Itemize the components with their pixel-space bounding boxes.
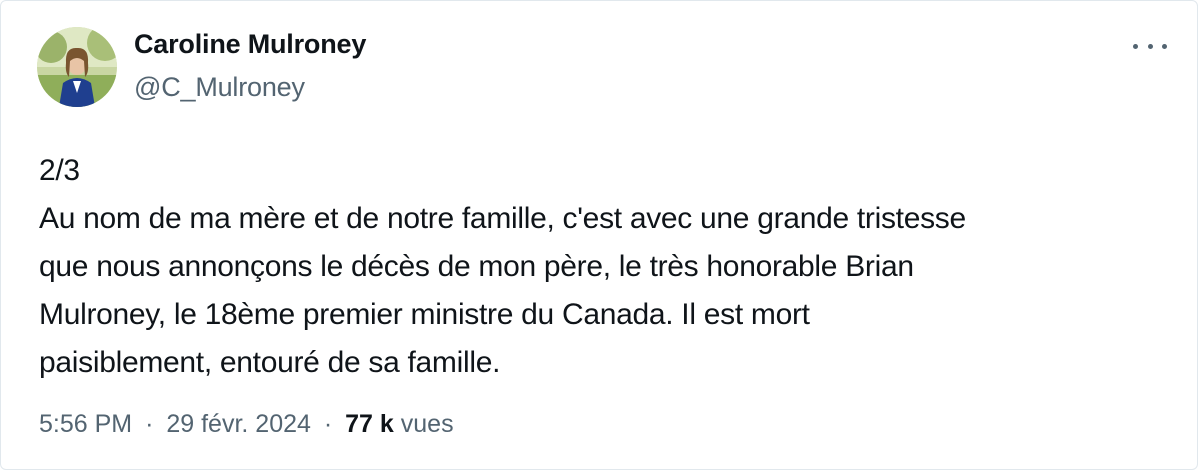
author-display-name[interactable]: Caroline Mulroney	[134, 29, 366, 60]
avatar[interactable]	[37, 27, 117, 107]
views-count[interactable]: 77 k	[345, 410, 394, 438]
tweet-line: que nous annonçons le décès de mon père,…	[39, 250, 914, 283]
tweet-time[interactable]: 5:56 PM	[39, 410, 132, 438]
more-dot	[1133, 43, 1138, 49]
author-handle[interactable]: @C_Mulroney	[134, 72, 305, 103]
views-label: vues	[400, 410, 454, 438]
more-dot	[1147, 43, 1153, 49]
tweet-date[interactable]: 29 févr. 2024	[166, 410, 311, 438]
meta-separator: ·	[145, 410, 154, 438]
meta-separator: ·	[323, 410, 333, 438]
tweet-line: Mulroney, le 18ème premier ministre du C…	[39, 298, 810, 331]
tweet-line: Au nom de ma mère et de notre famille, c…	[39, 202, 966, 235]
tweet-line: 2/3	[39, 154, 80, 187]
profile-photo	[37, 27, 117, 107]
tweet-line: paisiblement, entouré de sa famille.	[39, 346, 501, 379]
more-options-icon[interactable]	[1133, 33, 1167, 59]
tweet-meta: 5:56 PM · 29 févr. 2024 · 77 k vues	[39, 410, 454, 439]
tweet-text: 2/3 Au nom de ma mère et de notre famill…	[39, 147, 1159, 387]
more-dot	[1162, 43, 1167, 49]
tweet-card: Caroline Mulroney @C_Mulroney 2/3 Au nom…	[0, 0, 1198, 470]
